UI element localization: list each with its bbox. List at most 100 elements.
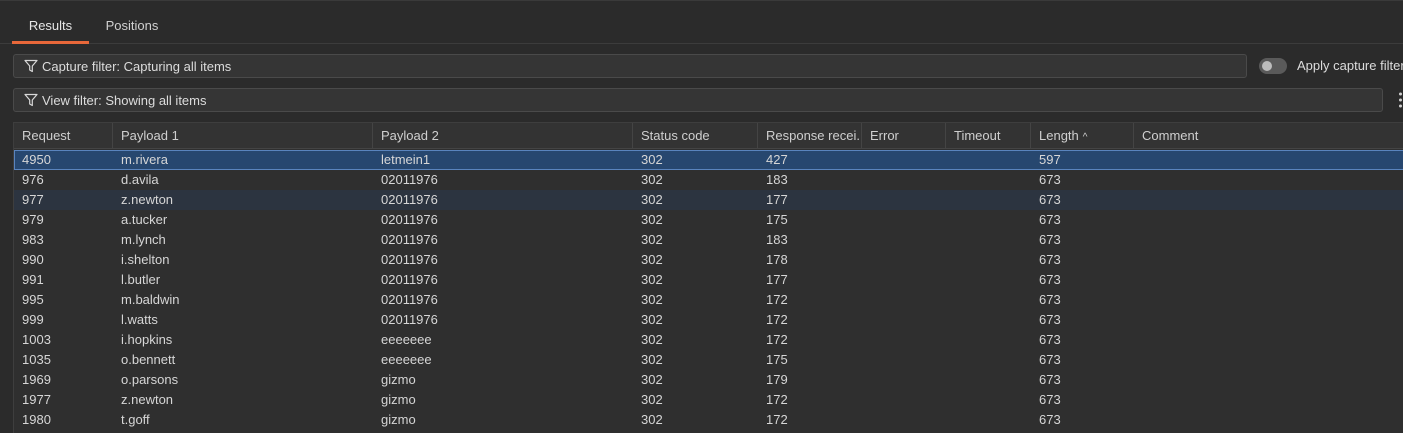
cell-comment bbox=[1134, 210, 1403, 230]
cell-request: 991 bbox=[22, 272, 44, 287]
cell-response: 175 bbox=[766, 352, 788, 367]
cell-payload2: gizmo bbox=[381, 392, 416, 407]
cell-length: 673 bbox=[1039, 412, 1061, 427]
cell-request: 995 bbox=[22, 292, 44, 307]
cell-request: 1969 bbox=[22, 372, 51, 387]
cell-status: 302 bbox=[641, 292, 663, 307]
cell-timeout bbox=[946, 290, 1031, 310]
cell-status: 302 bbox=[641, 212, 663, 227]
cell-payload2: eeeeeee bbox=[381, 352, 432, 367]
column-header-timeout[interactable]: Timeout bbox=[946, 123, 1031, 149]
cell-status: 302 bbox=[641, 192, 663, 207]
cell-payload2: letmein1 bbox=[381, 152, 431, 167]
column-header-payload-1[interactable]: Payload 1 bbox=[113, 123, 373, 149]
column-header-comment[interactable]: Comment bbox=[1134, 123, 1403, 149]
table-row[interactable]: 977 z.newton 02011976 302 177 673 bbox=[14, 190, 1403, 210]
view-filter-bar[interactable]: View filter: Showing all items bbox=[13, 88, 1383, 112]
cell-response: 175 bbox=[766, 212, 788, 227]
capture-filter-bar[interactable]: Capture filter: Capturing all items bbox=[13, 54, 1247, 78]
cell-payload1: t.goff bbox=[121, 412, 150, 427]
cell-request: 990 bbox=[22, 252, 44, 267]
cell-payload1: o.bennett bbox=[121, 352, 176, 367]
kebab-menu-icon[interactable] bbox=[1398, 91, 1403, 109]
apply-capture-filter-toggle[interactable] bbox=[1259, 58, 1287, 74]
table-row[interactable]: 990 i.shelton 02011976 302 178 673 bbox=[14, 250, 1403, 270]
cell-length: 673 bbox=[1039, 272, 1061, 287]
cell-error bbox=[862, 410, 946, 430]
column-header-length[interactable]: Length ^ bbox=[1031, 123, 1134, 149]
cell-error bbox=[862, 350, 946, 370]
filter-icon bbox=[24, 59, 38, 73]
column-header-request[interactable]: Request bbox=[14, 123, 113, 149]
column-header-status-code[interactable]: Status code bbox=[633, 123, 758, 149]
toggle-knob bbox=[1262, 61, 1272, 71]
cell-response: 172 bbox=[766, 312, 788, 327]
cell-length: 673 bbox=[1039, 352, 1061, 367]
cell-error bbox=[862, 150, 946, 170]
tab-bar: Results Positions bbox=[0, 0, 1403, 44]
cell-comment bbox=[1134, 150, 1403, 170]
cell-timeout bbox=[946, 310, 1031, 330]
cell-length: 597 bbox=[1039, 152, 1061, 167]
cell-payload1: m.lynch bbox=[121, 232, 166, 247]
table-row[interactable]: 995 m.baldwin 02011976 302 172 673 bbox=[14, 290, 1403, 310]
table-row[interactable]: 1035 o.bennett eeeeeee 302 175 673 bbox=[14, 350, 1403, 370]
cell-status: 302 bbox=[641, 252, 663, 267]
cell-payload1: z.newton bbox=[121, 392, 174, 407]
cell-payload1: o.parsons bbox=[121, 372, 179, 387]
cell-comment bbox=[1134, 230, 1403, 250]
cell-timeout bbox=[946, 330, 1031, 350]
cell-response: 172 bbox=[766, 332, 788, 347]
table-row[interactable]: 1980 t.goff gizmo 302 172 673 bbox=[14, 410, 1403, 430]
filter-icon bbox=[24, 93, 38, 107]
table-row[interactable]: 1969 o.parsons gizmo 302 179 673 bbox=[14, 370, 1403, 390]
cell-payload2: 02011976 bbox=[381, 252, 438, 267]
cell-response: 172 bbox=[766, 412, 788, 427]
cell-timeout bbox=[946, 390, 1031, 410]
cell-payload1: z.newton bbox=[121, 192, 174, 207]
tab-results[interactable]: Results bbox=[12, 1, 89, 44]
cell-error bbox=[862, 230, 946, 250]
cell-payload1: a.tucker bbox=[121, 212, 168, 227]
view-filter-label: View filter: Showing all items bbox=[42, 93, 207, 108]
cell-timeout bbox=[946, 190, 1031, 210]
table-row[interactable]: 983 m.lynch 02011976 302 183 673 bbox=[14, 230, 1403, 250]
cell-request: 999 bbox=[22, 312, 44, 327]
column-header-response-received[interactable]: Response recei... bbox=[758, 123, 862, 149]
table-row[interactable]: 979 a.tucker 02011976 302 175 673 bbox=[14, 210, 1403, 230]
tab-positions[interactable]: Positions bbox=[92, 1, 172, 44]
cell-comment bbox=[1134, 330, 1403, 350]
column-header-error[interactable]: Error bbox=[862, 123, 946, 149]
cell-payload2: 02011976 bbox=[381, 312, 438, 327]
cell-status: 302 bbox=[641, 172, 663, 187]
cell-payload1: i.shelton bbox=[121, 252, 170, 267]
table-row[interactable]: 4950 m.rivera letmein1 302 427 597 bbox=[14, 150, 1403, 170]
table-header: Request Payload 1 Payload 2 Status code … bbox=[14, 123, 1403, 149]
table-row[interactable]: 1977 z.newton gizmo 302 172 673 bbox=[14, 390, 1403, 410]
cell-comment bbox=[1134, 350, 1403, 370]
cell-request: 1977 bbox=[22, 392, 51, 407]
cell-error bbox=[862, 370, 946, 390]
cell-comment bbox=[1134, 390, 1403, 410]
table-row[interactable]: 976 d.avila 02011976 302 183 673 bbox=[14, 170, 1403, 190]
cell-timeout bbox=[946, 170, 1031, 190]
table-row[interactable]: 1003 i.hopkins eeeeeee 302 172 673 bbox=[14, 330, 1403, 350]
sort-ascending-icon: ^ bbox=[1082, 132, 1088, 143]
table-row[interactable]: 999 l.watts 02011976 302 172 673 bbox=[14, 310, 1403, 330]
table-row[interactable]: 991 l.butler 02011976 302 177 673 bbox=[14, 270, 1403, 290]
apply-capture-filter-label: Apply capture filter bbox=[1297, 58, 1403, 73]
cell-error bbox=[862, 250, 946, 270]
cell-payload1: d.avila bbox=[121, 172, 159, 187]
cell-payload1: m.rivera bbox=[121, 152, 168, 167]
cell-payload2: 02011976 bbox=[381, 212, 438, 227]
cell-comment bbox=[1134, 250, 1403, 270]
cell-length: 673 bbox=[1039, 212, 1061, 227]
cell-payload1: m.baldwin bbox=[121, 292, 180, 307]
cell-response: 177 bbox=[766, 192, 788, 207]
cell-status: 302 bbox=[641, 352, 663, 367]
column-header-payload-2[interactable]: Payload 2 bbox=[373, 123, 633, 149]
cell-comment bbox=[1134, 310, 1403, 330]
cell-response: 183 bbox=[766, 172, 788, 187]
cell-payload1: i.hopkins bbox=[121, 332, 173, 347]
cell-error bbox=[862, 190, 946, 210]
